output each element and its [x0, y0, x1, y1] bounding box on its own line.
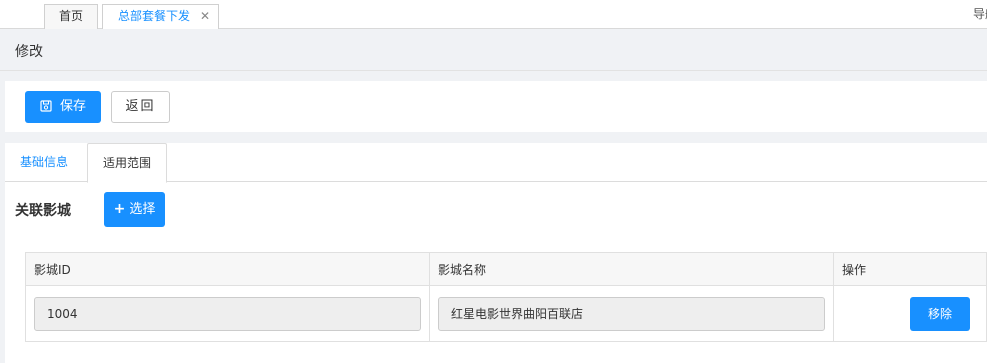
cinema-table: 影城ID 影城名称 操作 1004 红星电影世界曲阳百联店 移除: [25, 252, 987, 342]
close-icon[interactable]: ✕: [200, 5, 210, 28]
cell-cinema-id: 1004: [25, 285, 430, 342]
tab-basic-info[interactable]: 基础信息: [20, 143, 68, 182]
plus-icon: +: [113, 201, 126, 217]
header-cinema-id: 影城ID: [25, 252, 430, 286]
tab-hq-package-label: 总部套餐下发: [118, 9, 191, 23]
tab-scope[interactable]: 适用范围: [87, 143, 167, 183]
header-cinema-name: 影城名称: [429, 252, 834, 286]
page-title: 修改: [15, 44, 43, 60]
page-header: 修改: [0, 29, 987, 71]
section-label-cinemas: 关联影城: [15, 203, 71, 219]
cinema-id-field: 1004: [34, 296, 421, 331]
table-header-row: 影城ID 影城名称 操作: [25, 252, 987, 286]
cinema-name-field: 红星电影世界曲阳百联店: [438, 296, 825, 331]
nav-label[interactable]: 导航: [973, 5, 987, 22]
save-button[interactable]: 保存: [25, 91, 101, 123]
cell-action: 移除: [833, 285, 987, 342]
remove-button[interactable]: 移除: [910, 296, 970, 331]
save-label: 保存: [59, 99, 86, 114]
save-icon: [40, 93, 52, 125]
top-tab-bar: 首页 总部套餐下发 ✕ 导航: [0, 0, 987, 30]
main-card: 基础信息 适用范围 关联影城 + 选择 影城ID 影城名称 操作 1004 红星电…: [5, 143, 987, 363]
select-button[interactable]: + 选择: [104, 192, 165, 227]
tab-home[interactable]: 首页: [44, 4, 98, 29]
toolbar: 保存 返回: [5, 81, 987, 132]
tab-hq-package[interactable]: 总部套餐下发 ✕: [102, 4, 219, 30]
select-label: 选择: [129, 202, 156, 217]
header-action: 操作: [833, 252, 987, 286]
table-row: 1004 红星电影世界曲阳百联店 移除: [25, 285, 987, 342]
cell-cinema-name: 红星电影世界曲阳百联店: [429, 285, 834, 342]
form-tabs: 基础信息 适用范围: [5, 143, 987, 183]
back-button[interactable]: 返回: [111, 91, 170, 123]
